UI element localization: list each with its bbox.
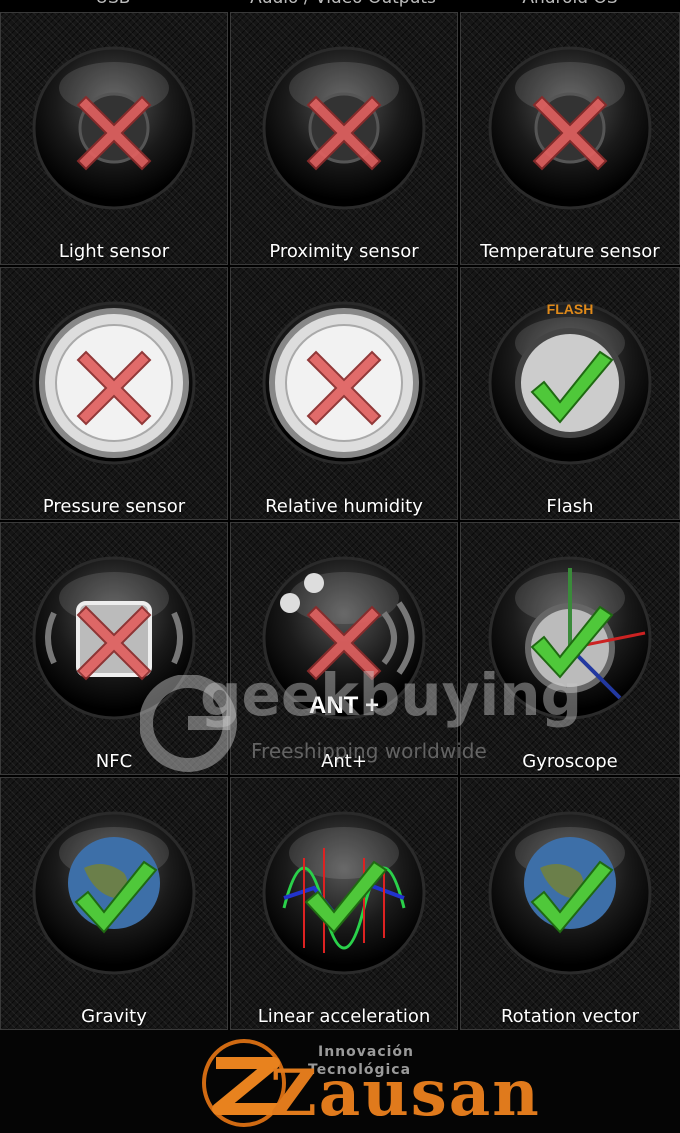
sensor-tile-label: Gyroscope [522, 751, 618, 772]
sensor-tile[interactable]: Temperature sensor [460, 12, 680, 265]
sensor-tile-label: Flash [546, 496, 594, 517]
sensor-tile[interactable]: Rotation vector [460, 777, 680, 1030]
svg-text:FLASH: FLASH [547, 301, 594, 317]
waveform-icon [262, 811, 426, 975]
thermometer-icon [488, 46, 652, 210]
sensor-tile-label: Gravity [81, 1006, 147, 1027]
rotating-globe-icon [488, 811, 652, 975]
previous-row-labels: USB Audio / Video Outputs Android OS [0, 0, 680, 12]
top-partial-label: Android OS [522, 0, 617, 8]
nfc-icon [32, 556, 196, 720]
globe-gravity-icon [32, 811, 196, 975]
top-partial-label: USB [96, 0, 131, 8]
light-sensor-icon [32, 46, 196, 210]
footer-banner: Innovación Tecnológica Zausan [0, 1030, 680, 1133]
sensor-tile-label: Rotation vector [500, 1006, 640, 1027]
top-partial-label: Audio / Video Outputs [250, 0, 436, 8]
sensor-tile[interactable]: ANT + Ant+ [230, 522, 458, 775]
sensor-tile-label: Relative humidity [265, 496, 423, 517]
svg-text:ANT +: ANT + [309, 692, 379, 719]
ant-plus-icon: ANT + [262, 556, 426, 720]
sensor-tile-label: Temperature sensor [480, 241, 660, 262]
sensor-tile-label: Pressure sensor [42, 496, 186, 517]
sensor-tile[interactable]: Proximity sensor [230, 12, 458, 265]
sensor-tile[interactable]: Light sensor [0, 12, 228, 265]
footer-brand: Zausan [270, 1056, 541, 1131]
proximity-sensor-icon [262, 46, 426, 210]
sensor-tile[interactable]: Pressure sensor [0, 267, 228, 520]
sensor-tile[interactable]: Relative humidity [230, 267, 458, 520]
barometer-icon [32, 301, 196, 465]
sensor-tile-label: Ant+ [321, 751, 367, 772]
sensor-tile-label: Proximity sensor [269, 241, 419, 262]
sensor-tile-label: NFC [95, 751, 133, 772]
sensor-tile[interactable]: Linear acceleration [230, 777, 458, 1030]
sensor-tile-label: Linear acceleration [257, 1006, 431, 1027]
sensor-tile[interactable]: Gyroscope [460, 522, 680, 775]
sensor-tile-label: Light sensor [58, 241, 170, 262]
sensor-tile[interactable]: Gravity [0, 777, 228, 1030]
hygrometer-icon [262, 301, 426, 465]
gyroscope-icon [488, 556, 652, 720]
sensor-tile[interactable]: NFC [0, 522, 228, 775]
flash-icon: FLASH [488, 301, 652, 465]
sensor-tile[interactable]: FLASH Flash [460, 267, 680, 520]
